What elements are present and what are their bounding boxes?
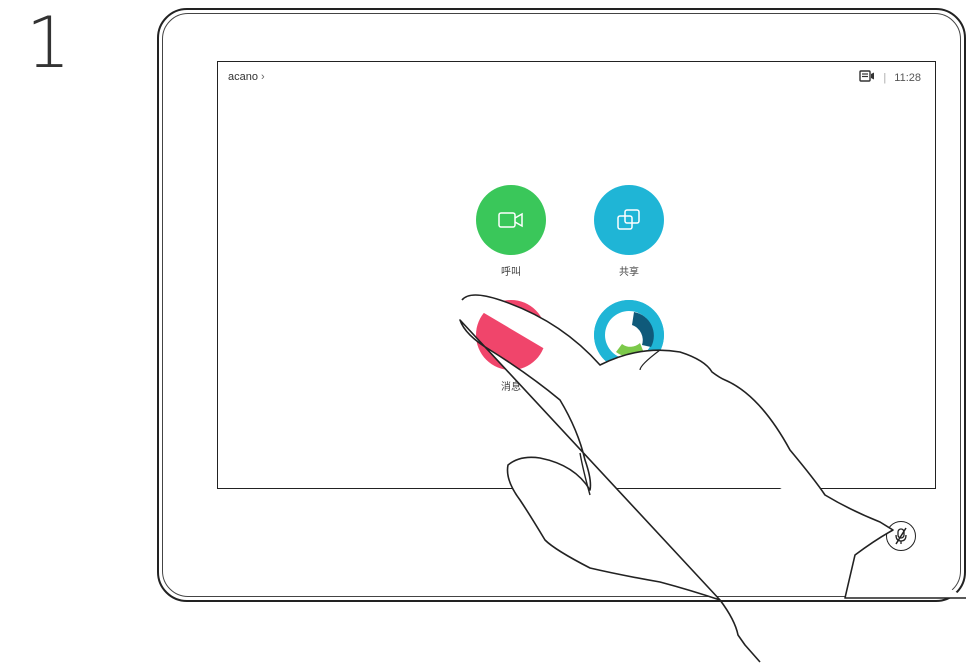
breadcrumb[interactable]: acano › [228,71,265,83]
share-button[interactable] [594,185,664,255]
breadcrumb-label: acano [228,71,258,83]
step-number: 1 [26,2,71,84]
video-camera-icon [498,212,523,228]
touch-screen: acano › | 11:28 呼叫 共享 消息 [217,61,936,489]
webex-button[interactable] [594,300,664,370]
messages-label: 消息 [501,382,521,393]
status-separator: | [883,71,887,84]
call-button[interactable] [476,185,546,255]
clock: 11:28 [894,71,921,84]
share-screen-icon [617,209,640,230]
webex-logo-icon [594,300,664,370]
chevron-right-icon: › [260,71,265,83]
mute-button[interactable] [886,521,916,551]
call-label: 呼叫 [501,267,521,278]
share-label: 共享 [619,267,639,278]
self-view-icon[interactable] [859,70,875,85]
status-bar: | 11:28 [859,70,921,85]
microphone-muted-icon [895,527,907,545]
messages-button[interactable] [476,300,546,370]
